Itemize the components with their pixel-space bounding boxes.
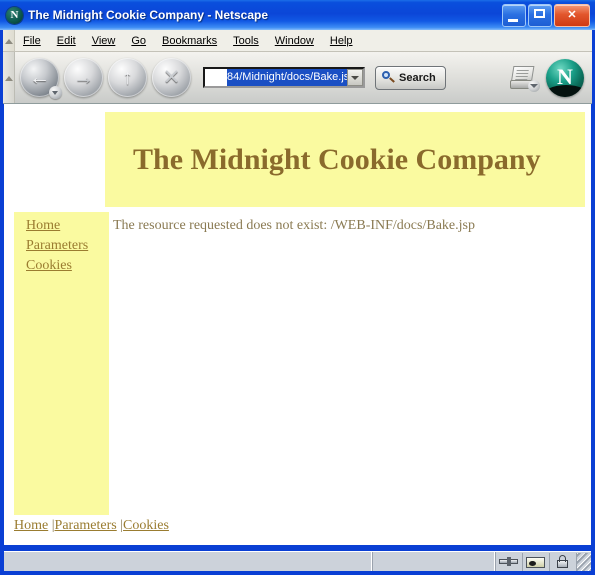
menu-item-tools[interactable]: Tools (225, 33, 267, 49)
address-bar[interactable]: 84/Midnight/docs/Bake.jsp (203, 67, 365, 88)
menu-bookmarks-label: Bookmarks (162, 34, 218, 47)
sidebar-item-parameters[interactable]: Parameters (26, 238, 109, 254)
cookie-manager-icon[interactable] (523, 552, 550, 571)
menu-item-view[interactable]: View (84, 33, 124, 49)
address-input[interactable]: 84/Midnight/docs/Bake.jsp (227, 69, 347, 86)
footer-link-home[interactable]: Home (14, 518, 48, 533)
connection-icon[interactable] (496, 552, 523, 571)
reload-button[interactable]: ↑ (108, 58, 147, 97)
connection-plug-glyph (499, 556, 518, 566)
status-progress-panel (373, 552, 496, 571)
padlock-glyph (557, 554, 568, 568)
sidebar-item-home[interactable]: Home (26, 218, 109, 234)
address-bar-favicon-slot (205, 69, 227, 86)
menu-bar: File Edit View Go Bookmarks Tools Window… (3, 30, 592, 52)
print-dropdown-icon[interactable] (528, 79, 540, 92)
menu-item-help[interactable]: Help (322, 33, 361, 49)
netscape-logo[interactable]: N (546, 58, 584, 97)
close-icon: ✕ (567, 8, 577, 21)
menu-item-bookmarks[interactable]: Bookmarks (154, 33, 225, 49)
back-history-dropdown[interactable] (49, 86, 62, 99)
minimize-glyph (508, 18, 518, 22)
menu-view-label: View (91, 34, 116, 47)
menu-tools-label: Tools (233, 34, 259, 47)
footer-link-parameters[interactable]: Parameters (55, 518, 117, 533)
menu-item-go[interactable]: Go (123, 33, 154, 49)
toolbar-gripper[interactable] (3, 52, 15, 103)
close-button[interactable]: ✕ (554, 3, 590, 27)
window-title: The Midnight Cookie Company - Netscape (28, 8, 269, 22)
menu-item-edit[interactable]: Edit (49, 33, 84, 49)
footer-link-cookies[interactable]: Cookies (123, 518, 169, 533)
back-button[interactable]: ← (20, 58, 62, 99)
site-banner: The Midnight Cookie Company (105, 112, 585, 207)
menu-file-label: File (23, 34, 41, 47)
error-message: The resource requested does not exist: /… (113, 218, 475, 233)
sidebar-item-cookies[interactable]: Cookies (26, 258, 109, 274)
menu-item-file[interactable]: File (15, 33, 49, 49)
menu-edit-label: Edit (56, 34, 76, 47)
browser-window: N The Midnight Cookie Company - Netscape… (0, 0, 595, 575)
resize-grip[interactable] (577, 552, 591, 571)
print-page-icon[interactable] (508, 63, 540, 93)
security-unlocked-icon[interactable] (550, 552, 577, 571)
search-button[interactable]: Search (375, 65, 446, 90)
sidebar-nav: Home Parameters Cookies (14, 212, 109, 515)
netscape-n-icon: N (6, 6, 23, 24)
status-bar (4, 551, 591, 571)
minimize-button[interactable] (502, 3, 526, 27)
footer-nav: Home |Parameters |Cookies (14, 518, 169, 534)
page-viewport: The Midnight Cookie Company Home Paramet… (4, 104, 591, 545)
reload-arrow-icon: ↑ (122, 66, 133, 89)
netscape-logo-letter: N (557, 63, 573, 89)
navigation-toolbar: ← → ↑ ✕ 84/Midnight/docs/Bake.jsp Search (3, 52, 592, 104)
page-title: The Midnight Cookie Company (133, 142, 541, 176)
forward-button[interactable]: → (64, 58, 103, 97)
maximize-button[interactable] (528, 3, 552, 27)
menubar-gripper[interactable] (3, 30, 15, 51)
address-dropdown-icon[interactable] (347, 69, 363, 86)
search-icon (382, 71, 395, 84)
stop-button[interactable]: ✕ (152, 58, 191, 97)
menu-help-label: Help (329, 34, 353, 47)
forward-arrow-icon: → (73, 66, 94, 89)
menu-item-window[interactable]: Window (267, 33, 322, 49)
stop-x-icon: ✕ (162, 66, 181, 89)
menu-go-label: Go (131, 34, 147, 47)
cookie-eye-glyph (526, 556, 545, 568)
title-bar[interactable]: N The Midnight Cookie Company - Netscape… (0, 0, 595, 30)
maximize-glyph (534, 8, 545, 18)
status-message (4, 552, 373, 571)
menu-window-label: Window (274, 34, 314, 47)
search-button-label: Search (399, 71, 436, 84)
